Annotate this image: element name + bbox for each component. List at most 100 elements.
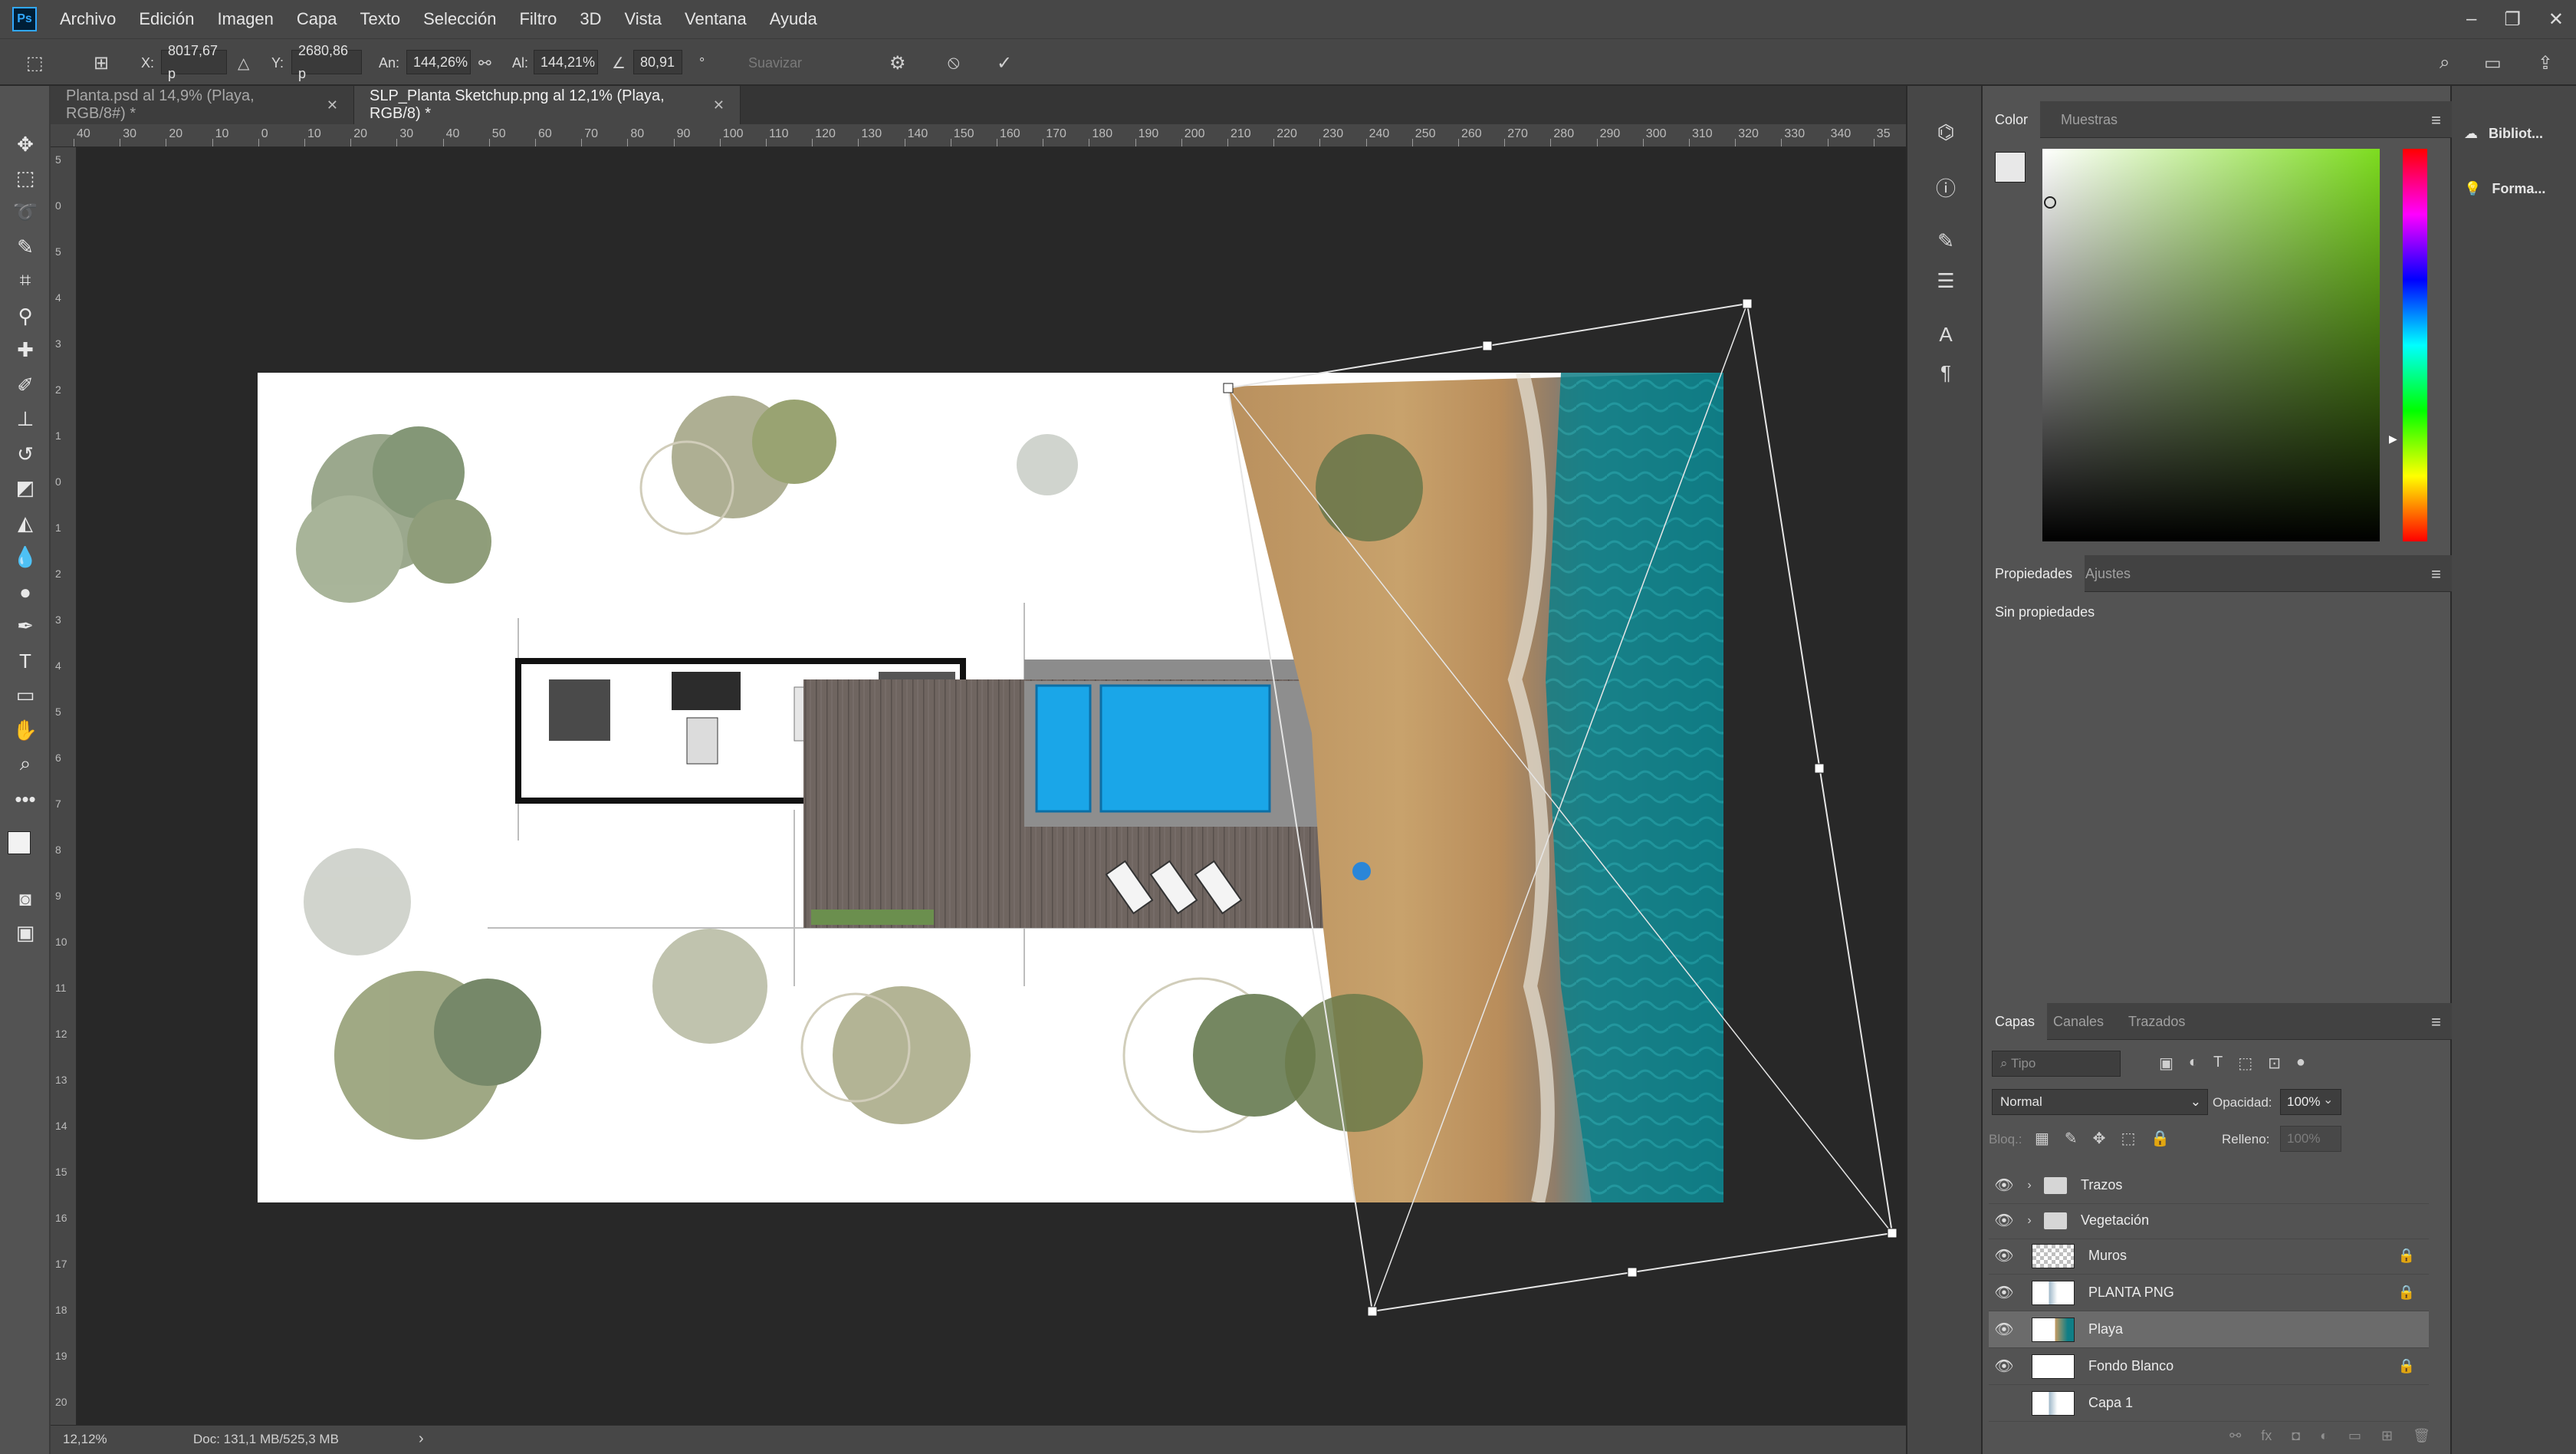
layer-row[interactable]: 👁 › Trazos xyxy=(1989,1167,2429,1204)
foreground-color-swatch[interactable] xyxy=(8,831,31,854)
layer-row[interactable]: 👁 PLANTA PNG 🔒 xyxy=(1989,1275,2429,1311)
panel-menu-icon[interactable]: ≡ xyxy=(2431,564,2441,584)
cancel-transform-icon[interactable]: ⦸ xyxy=(948,50,960,76)
type-tool-icon[interactable]: T xyxy=(9,646,41,676)
delete-layer-icon[interactable]: 🗑 xyxy=(2413,1428,2430,1451)
color-panel-foreground-swatch[interactable] xyxy=(1995,152,2026,183)
layer-row[interactable]: 👁 Muros 🔒 xyxy=(1989,1238,2429,1275)
blur-tool-icon[interactable]: 💧 xyxy=(9,541,41,572)
tab-ajustes[interactable]: Ajustes xyxy=(2073,555,2143,592)
eye-icon[interactable]: 👁 xyxy=(1989,1246,2019,1265)
rectangle-tool-icon[interactable]: ▭ xyxy=(9,679,41,710)
history-brush-tool-icon[interactable]: ↺ xyxy=(9,439,41,469)
lock-all-icon[interactable]: 🔒 xyxy=(2150,1129,2170,1148)
eye-icon[interactable]: 👁 xyxy=(1989,1176,2019,1195)
new-layer-icon[interactable]: ⊞ xyxy=(2381,1428,2393,1451)
shapes-button[interactable]: 💡 Forma... xyxy=(2464,172,2545,206)
layer-row[interactable]: Capa 1 xyxy=(1989,1385,2429,1422)
eyedropper-tool-icon[interactable]: ⚲ xyxy=(9,301,41,331)
character-panel-icon[interactable]: A xyxy=(1929,317,1963,351)
zoom-tool-icon[interactable]: ⌕ xyxy=(9,748,41,779)
layer-row[interactable]: 👁 Playa xyxy=(1989,1311,2429,1348)
lock-position-icon[interactable]: ✥ xyxy=(2093,1129,2106,1148)
eye-icon[interactable]: 👁 xyxy=(1989,1283,2019,1302)
transform-bounding-box[interactable] xyxy=(77,147,1906,1425)
link-layers-icon[interactable]: ⚯ xyxy=(2229,1428,2241,1451)
paragraph-panel-icon[interactable]: ¶ xyxy=(1929,356,1963,390)
y-field[interactable]: 2680,86 p xyxy=(291,43,362,81)
menu-imagen[interactable]: Imagen xyxy=(218,9,274,29)
info-panel-icon[interactable]: ⓘ xyxy=(1929,170,1963,204)
tab-muestras[interactable]: Muestras xyxy=(2049,101,2130,138)
history-panel-icon[interactable]: ⌬ xyxy=(1929,115,1963,149)
stamp-tool-icon[interactable]: ⊥ xyxy=(9,403,41,434)
more-tools-icon[interactable]: ••• xyxy=(9,784,41,814)
transform-tool-icon[interactable]: ⬚ xyxy=(26,50,44,76)
delta-icon[interactable]: △ xyxy=(238,50,249,76)
shape-filter-icon[interactable]: ⬚ xyxy=(2238,1054,2252,1073)
hand-tool-icon[interactable]: ✋ xyxy=(9,715,41,745)
menu-vista[interactable]: Vista xyxy=(625,9,662,29)
canvas-area[interactable] xyxy=(77,147,1906,1425)
chevron-right-icon[interactable]: › xyxy=(2019,1179,2039,1192)
dodge-tool-icon[interactable]: ● xyxy=(9,577,41,607)
blend-mode-select[interactable]: Normal ⌄ xyxy=(1992,1089,2208,1115)
layer-row[interactable]: 👁 › Vegetación xyxy=(1989,1202,2429,1239)
commit-transform-icon[interactable]: ✓ xyxy=(997,50,1012,76)
brush-tool-icon[interactable]: ✐ xyxy=(9,370,41,400)
width-field[interactable]: 144,26% xyxy=(406,50,471,74)
menu-filtro[interactable]: Filtro xyxy=(519,9,557,29)
lasso-tool-icon[interactable]: ➰ xyxy=(9,196,41,227)
menu-seleccion[interactable]: Selección xyxy=(423,9,496,29)
libraries-button[interactable]: ☁ Bibliot... xyxy=(2464,117,2543,150)
zoom-level[interactable]: 12,12% xyxy=(63,1432,107,1447)
eye-icon[interactable]: 👁 xyxy=(1989,1211,2019,1230)
menu-3d[interactable]: 3D xyxy=(580,9,601,29)
height-field[interactable]: 144,21% xyxy=(534,50,598,74)
share-icon[interactable]: ⇪ xyxy=(2538,50,2553,76)
marquee-tool-icon[interactable]: ⬚ xyxy=(9,163,41,193)
lock-pixels-icon[interactable]: ✎ xyxy=(2065,1129,2078,1148)
eye-icon[interactable]: 👁 xyxy=(1989,1357,2019,1376)
smart-object-filter-icon[interactable]: ⊡ xyxy=(2268,1054,2281,1073)
fx-icon[interactable]: fx xyxy=(2261,1428,2272,1451)
menu-capa[interactable]: Capa xyxy=(297,9,337,29)
hue-marker-icon[interactable]: ▶ xyxy=(2389,433,2397,446)
move-tool-icon[interactable]: ✥ xyxy=(9,129,41,160)
tab-capas[interactable]: Capas xyxy=(1983,1003,2048,1040)
menu-ayuda[interactable]: Ayuda xyxy=(770,9,817,29)
tab-color[interactable]: Color xyxy=(1983,101,2041,138)
lock-transparent-icon[interactable]: ▦ xyxy=(2035,1129,2049,1148)
link-icon[interactable]: ⚯ xyxy=(478,50,491,76)
tab-slp-planta-sketchup[interactable]: SLP_Planta Sketchup.png al 12,1% (Playa,… xyxy=(354,86,741,124)
chevron-down-icon[interactable]: ⌄ xyxy=(2323,1092,2333,1107)
angle-field[interactable]: 80,91 xyxy=(633,50,682,74)
color-picker-cursor[interactable] xyxy=(2044,196,2056,209)
menu-edicion[interactable]: Edición xyxy=(139,9,194,29)
paint-bucket-tool-icon[interactable]: ◭ xyxy=(9,508,41,538)
menu-archivo[interactable]: Archivo xyxy=(60,9,116,29)
tab-propiedades[interactable]: Propiedades xyxy=(1983,555,2085,592)
tab-planta-psd[interactable]: Planta.psd al 14,9% (Playa, RGB/8#) * ✕ xyxy=(51,86,354,124)
menu-texto[interactable]: Texto xyxy=(360,9,401,29)
add-mask-icon[interactable]: ◘ xyxy=(2292,1428,2300,1451)
crop-tool-icon[interactable]: ⌗ xyxy=(9,265,41,296)
quick-select-tool-icon[interactable]: ✎ xyxy=(9,232,41,262)
brush-presets-icon[interactable]: ✎ xyxy=(1929,224,1963,258)
close-window-icon[interactable]: ✕ xyxy=(2548,8,2564,31)
new-group-icon[interactable]: ▭ xyxy=(2348,1428,2361,1451)
fill-field[interactable]: 100% xyxy=(2280,1126,2341,1152)
close-tab-icon[interactable]: ✕ xyxy=(327,97,338,113)
color-field[interactable] xyxy=(2042,149,2380,541)
layer-filter-input[interactable]: ⌕ Tipo xyxy=(1992,1051,2121,1077)
tab-trazados[interactable]: Trazados xyxy=(2116,1003,2197,1040)
hue-slider[interactable] xyxy=(2403,149,2427,541)
eye-icon[interactable]: 👁 xyxy=(1989,1320,2019,1339)
chevron-right-icon[interactable]: › xyxy=(2019,1214,2039,1228)
tab-canales[interactable]: Canales xyxy=(2041,1003,2116,1040)
close-tab-icon[interactable]: ✕ xyxy=(713,97,724,113)
search-icon[interactable]: ⌕ xyxy=(2440,50,2450,76)
layer-row[interactable]: 👁 Fondo Blanco 🔒 xyxy=(1989,1348,2429,1385)
adjustments-icon[interactable]: ☰ xyxy=(1929,264,1963,298)
healing-brush-tool-icon[interactable]: ✚ xyxy=(9,334,41,365)
